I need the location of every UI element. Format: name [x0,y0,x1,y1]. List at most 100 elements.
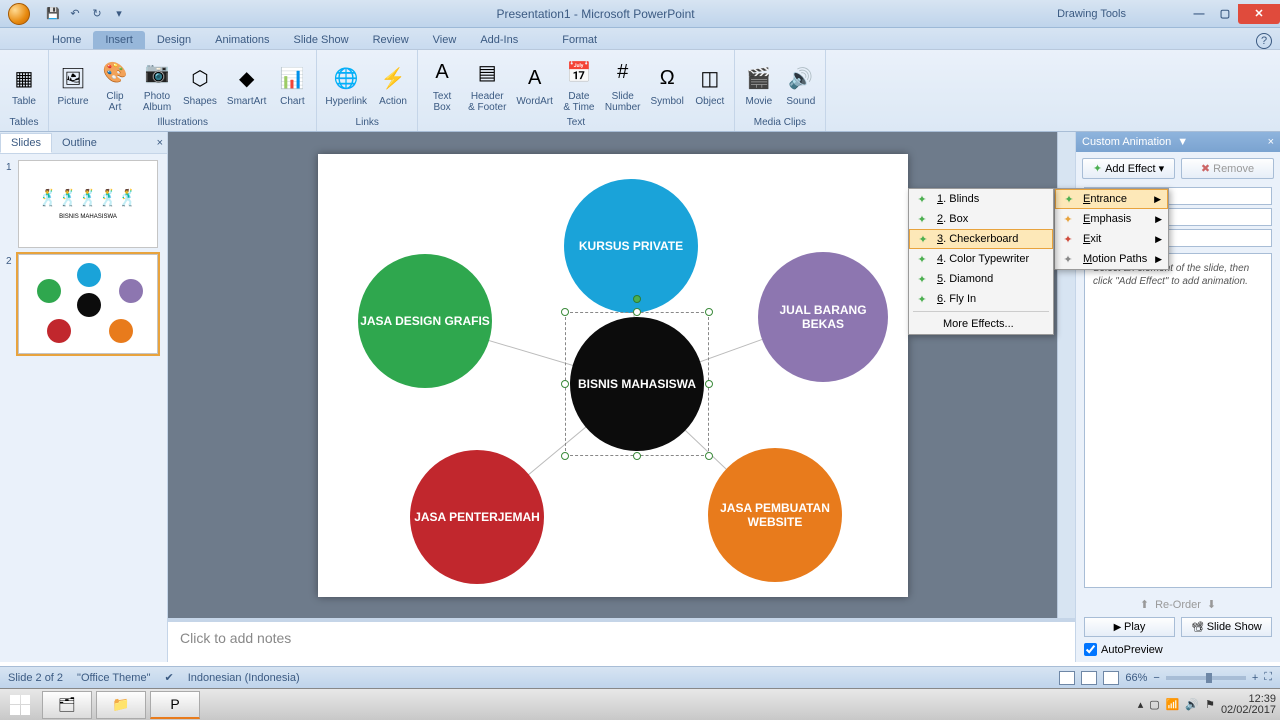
object-button[interactable]: ◫Object [690,60,730,109]
smartart-button[interactable]: ◆SmartArt [223,60,270,109]
redo-icon[interactable]: ↻ [88,5,106,23]
effect-checkerboard[interactable]: ✦3. Checkerboard [909,229,1053,249]
add-effect-button[interactable]: ✦ Add Effect ▾ [1082,158,1175,179]
quick-access-toolbar: 💾 ↶ ↻ ▾ [38,5,134,23]
tray-clock[interactable]: 12:3902/02/2017 [1221,694,1276,716]
effect-category-entrance[interactable]: ✦Entrance▶ [1055,189,1168,209]
movie-button[interactable]: 🎬Movie [739,60,779,109]
effect-blinds[interactable]: ✦1. Blinds [909,189,1053,209]
slide-number-button[interactable]: #SlideNumber [601,55,645,115]
pane-close-icon[interactable]: × [1268,136,1274,148]
tab-design[interactable]: Design [145,31,203,49]
chevron-down-icon: ▾ [1159,162,1165,175]
save-icon[interactable]: 💾 [44,5,62,23]
circle-penterjemah[interactable]: JASA PENTERJEMAH [410,450,544,584]
taskbar-powerpoint[interactable]: P [150,691,200,719]
sound-button[interactable]: 🔊Sound [781,60,821,109]
effect-category-emphasis[interactable]: ✦Emphasis▶ [1055,209,1168,229]
circle-jual[interactable]: JUAL BARANG BEKAS [758,252,888,382]
tab-slide-show[interactable]: Slide Show [282,31,361,49]
date-time-icon: 📅 [563,57,595,89]
taskbar-app-1[interactable]: 🗂 [42,691,92,719]
tray-flag-icon[interactable]: ⚑ [1205,698,1215,711]
x-icon: ✖ [1201,162,1210,175]
effect-box[interactable]: ✦2. Box [909,209,1053,229]
spellcheck-icon[interactable]: ✔ [164,671,173,684]
pane-menu-icon[interactable]: ▼ [1177,136,1188,148]
tray-network-icon[interactable]: 📶 [1166,698,1180,711]
chart-button[interactable]: 📊Chart [272,60,312,109]
slide-thumbnail-1[interactable]: 🕺🕺🕺🕺🕺 BISNIS MAHASISWA [18,160,158,248]
office-button[interactable] [0,0,38,28]
tab-add-ins[interactable]: Add-Ins [468,31,530,49]
thumb-number: 2 [6,254,18,354]
more-effects[interactable]: More Effects... [909,314,1053,334]
slideshow-button[interactable]: 📽 Slide Show [1181,617,1272,637]
hyperlink-icon: 🌐 [330,62,362,94]
movie-icon: 🎬 [743,62,775,94]
date-time-button[interactable]: 📅Date& Time [559,55,599,115]
circle-kursus[interactable]: KURSUS PRIVATE [564,179,698,313]
star-icon: ✦ [1061,252,1075,266]
effect-category-exit[interactable]: ✦Exit▶ [1055,229,1168,249]
action-button[interactable]: ⚡Action [373,60,413,109]
shapes-button[interactable]: ⬡Shapes [179,60,221,109]
tray-chevron-icon[interactable]: ▴ [1138,698,1144,711]
star-icon: ✦ [1093,162,1102,175]
outline-tab[interactable]: Outline [52,134,107,152]
tab-insert[interactable]: Insert [93,31,145,49]
move-up-icon[interactable]: ⬆ [1140,598,1149,611]
close-button[interactable]: ✕ [1238,4,1280,24]
tray-action-icon[interactable]: ▢ [1149,698,1159,711]
tray-volume-icon[interactable]: 🔊 [1185,698,1199,711]
move-down-icon[interactable]: ⬇ [1207,598,1216,611]
sorter-view-button[interactable] [1081,671,1097,685]
photo-album-button[interactable]: 📷PhotoAlbum [137,55,177,115]
tab-home[interactable]: Home [40,31,93,49]
zoom-level[interactable]: 66% [1125,672,1147,684]
effect-diamond[interactable]: ✦5. Diamond [909,269,1053,289]
zoom-slider[interactable] [1166,676,1246,680]
tab-animations[interactable]: Animations [203,31,281,49]
effect-fly-in[interactable]: ✦6. Fly In [909,289,1053,309]
start-button[interactable] [0,689,40,721]
slide-canvas[interactable]: KURSUS PRIVATE JASA DESIGN GRAFIS JUAL BAR… [318,154,908,597]
symbol-button[interactable]: ΩSymbol [647,60,688,109]
thumb-number: 1 [6,160,18,248]
effect-color-typewriter[interactable]: ✦4. Color Typewriter [909,249,1053,269]
close-panel-icon[interactable]: × [157,137,163,149]
undo-icon[interactable]: ↶ [66,5,84,23]
header-footer-button[interactable]: ▤Header& Footer [464,55,510,115]
windows-taskbar: 🗂 📁 P ▴ ▢ 📶 🔊 ⚑ 12:3902/02/2017 [0,688,1280,720]
notes-pane[interactable]: Click to add notes [168,618,1075,662]
effect-category-motion-paths[interactable]: ✦Motion Paths▶ [1055,249,1168,269]
maximize-button[interactable]: ▢ [1212,4,1238,24]
qat-menu-icon[interactable]: ▾ [110,5,128,23]
slide-thumbnail-2[interactable] [18,254,158,354]
action-icon: ⚡ [377,62,409,94]
clip-art-button[interactable]: 🎨ClipArt [95,55,135,115]
wordart-button[interactable]: AWordArt [512,60,557,109]
zoom-in-button[interactable]: + [1252,672,1258,684]
normal-view-button[interactable] [1059,671,1075,685]
minimize-button[interactable]: — [1186,4,1212,24]
tab-view[interactable]: View [421,31,469,49]
window-title: Presentation1 - Microsoft PowerPoint [134,7,1057,21]
text-box-button[interactable]: ATextBox [422,55,462,115]
tab-review[interactable]: Review [361,31,421,49]
picture-button[interactable]: 🖼Picture [53,60,93,109]
zoom-out-button[interactable]: − [1153,672,1159,684]
fit-window-button[interactable]: ⛶ [1264,671,1272,684]
autopreview-checkbox[interactable]: AutoPreview [1084,643,1272,656]
language-indicator[interactable]: Indonesian (Indonesia) [188,672,300,684]
circle-design[interactable]: JASA DESIGN GRAFIS [358,254,492,388]
play-button[interactable]: ▶ Play [1084,617,1175,637]
taskbar-app-2[interactable]: 📁 [96,691,146,719]
slides-tab[interactable]: Slides [0,133,52,153]
circle-website[interactable]: JASA PEMBUATAN WEBSITE [708,448,842,582]
slideshow-view-button[interactable] [1103,671,1119,685]
hyperlink-button[interactable]: 🌐Hyperlink [321,60,371,109]
tab-format[interactable]: Format [550,31,609,49]
help-icon[interactable]: ? [1256,33,1272,49]
table-button[interactable]: ▦Table [4,60,44,109]
